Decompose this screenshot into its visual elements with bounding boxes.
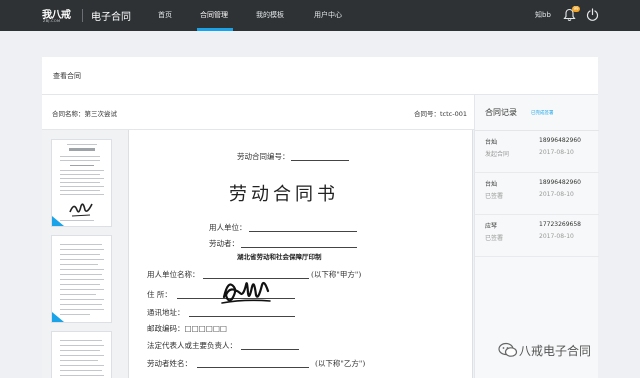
- mail-address-label: 通讯地址：: [147, 308, 185, 317]
- record-date: 2017-08-10: [539, 233, 574, 240]
- record-name: 应琴: [485, 223, 498, 230]
- worker-name-label: 劳动者姓名：: [147, 359, 192, 368]
- record-phone: 18996482960: [539, 137, 581, 144]
- record-phone: 18996482960: [539, 179, 581, 186]
- notification-badge: 99: [572, 6, 580, 12]
- record-name: 台灿: [485, 139, 498, 146]
- mail-address-line: [189, 316, 295, 317]
- publisher-note: 湖北省劳动和社会保障厅印制: [237, 253, 322, 261]
- nav-home[interactable]: 首页: [158, 10, 172, 20]
- contract-no-line: [291, 160, 349, 161]
- handwritten-signature: [221, 281, 271, 304]
- employer-label: 用人单位：: [209, 223, 247, 232]
- thumbnail-selected-marker: [52, 216, 64, 226]
- contract-info-bar: 合同名称：第三次尝试 合同号：tctc-001: [42, 95, 474, 130]
- view-contract-card: 查看合同 合同名称：第三次尝试 合同号：tctc-001 劳动合同编号： 劳动合…: [42, 57, 599, 378]
- thumbnail-signature: [69, 203, 93, 217]
- power-icon[interactable]: [586, 8, 599, 21]
- employer-line: [249, 231, 357, 232]
- logo-divider: [82, 9, 83, 22]
- username[interactable]: 知bb: [535, 10, 551, 20]
- nav-contract-management[interactable]: 合同管理: [200, 10, 228, 20]
- top-nav-bar: 我八戒 ZBJ.COM 电子合同 首页 合同管理 我的模板 用户中心 知bb 9…: [0, 0, 640, 31]
- party-a-note: (以下称"甲方"): [311, 270, 362, 279]
- watermark: 八戒电子合同: [498, 340, 638, 360]
- page-thumbnail-3[interactable]: [51, 331, 112, 378]
- contract-no-label: 劳动合同编号：: [237, 152, 290, 161]
- logo-subtext: ZBJ.COM: [43, 19, 61, 23]
- records-title: 合同记录: [485, 108, 517, 117]
- address-label: 住 所：: [147, 290, 172, 299]
- record-entry: 应琴 17723269658 已签署 2017-08-10: [475, 215, 599, 257]
- contract-records-panel: 合同记录 已完成签署 台灿 18996482960 发起合同 2017-08-1…: [474, 95, 599, 378]
- employer-name-label: 用人单位名称：: [147, 270, 200, 279]
- legal-rep-label: 法定代表人或主要负责人：: [147, 341, 237, 350]
- nav-user-center[interactable]: 用户中心: [314, 10, 342, 20]
- contract-page: 劳动合同编号： 劳动合同书 用人单位： 劳动者： 湖北省劳动和社会保障厅印制 用…: [128, 130, 473, 378]
- zbj-logo[interactable]: 我八戒 ZBJ.COM: [42, 5, 76, 25]
- record-status: 已签署: [485, 235, 504, 242]
- postcode-label: 邮政编码：□□□□□□: [147, 324, 228, 333]
- record-entry: 台灿 18996482960 已签署 2017-08-10: [475, 173, 599, 215]
- record-name: 台灿: [485, 181, 498, 188]
- nav-active-indicator: [197, 28, 233, 31]
- contract-number: 合同号：tctc-001: [414, 110, 467, 118]
- watermark-text: 八戒电子合同: [519, 344, 592, 358]
- legal-rep-line: [241, 349, 299, 350]
- page-title: 查看合同: [53, 72, 81, 80]
- page-thumbnail-1[interactable]: [51, 139, 112, 227]
- record-status: 已签署: [485, 193, 504, 200]
- worker-line: [241, 247, 357, 248]
- record-date: 2017-08-10: [539, 191, 574, 198]
- app-title: 电子合同: [91, 12, 131, 23]
- contract-name: 合同名称：第三次尝试: [52, 110, 117, 118]
- record-status: 发起合同: [485, 151, 510, 158]
- party-b-note: (以下称"乙方"): [315, 359, 366, 368]
- worker-name-line: [197, 367, 309, 368]
- record-date: 2017-08-10: [539, 149, 574, 156]
- wechat-icon: [498, 342, 518, 357]
- page-thumbnail-2[interactable]: [51, 235, 112, 323]
- thumbnail-marker: [52, 312, 64, 322]
- contract-viewer: 合同名称：第三次尝试 合同号：tctc-001 劳动合同编号： 劳动合同书 用人…: [42, 95, 474, 378]
- nav-my-templates[interactable]: 我的模板: [256, 10, 284, 20]
- completed-signing-link[interactable]: 已完成签署: [531, 110, 554, 116]
- record-phone: 17723269658: [539, 221, 581, 228]
- record-entry: 台灿 18996482960 发起合同 2017-08-10: [475, 131, 599, 173]
- contract-title: 劳动合同书: [229, 184, 339, 205]
- worker-label: 劳动者：: [209, 239, 239, 248]
